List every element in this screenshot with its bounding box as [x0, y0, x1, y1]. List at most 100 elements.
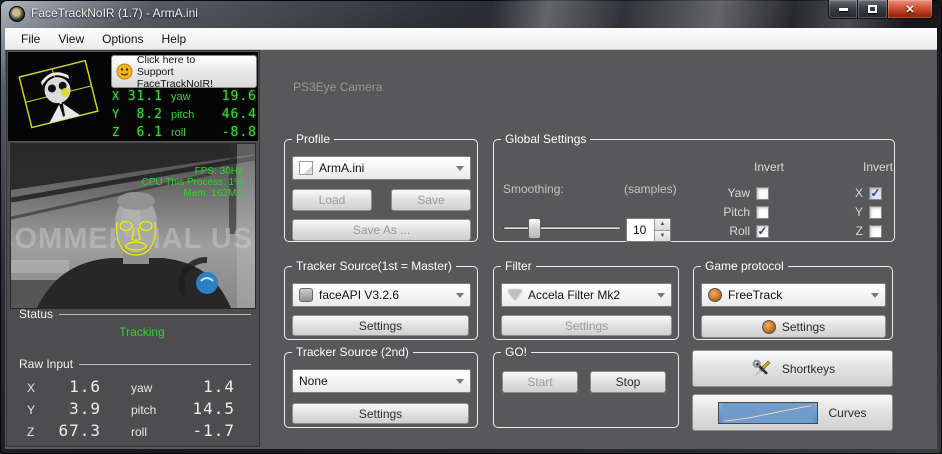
- tracker-source-1-select[interactable]: faceAPI V3.2.6: [292, 283, 471, 307]
- rotation-value: -8.8: [211, 125, 257, 140]
- rotation-value: -1.7: [173, 421, 235, 440]
- tracker-source-1-group: Tracker Source(1st = Master) faceAPI V3.…: [284, 266, 478, 340]
- axis-value: 3.9: [43, 399, 101, 418]
- menu-options[interactable]: Options: [93, 28, 152, 49]
- filter-select[interactable]: Accela Filter Mk2: [501, 283, 672, 307]
- maximize-button[interactable]: [858, 0, 887, 19]
- support-facetracknoir-button[interactable]: Click here to Support FaceTrackNoIR!: [111, 55, 257, 88]
- status-value: Tracking: [47, 325, 237, 339]
- rotation-label: roll: [131, 425, 173, 439]
- curve-preview-icon: [718, 402, 818, 424]
- save-button[interactable]: Save: [391, 189, 471, 211]
- app-window: FaceTrackNoIR (1.7) - ArmA.ini ✕ File Vi…: [0, 0, 942, 454]
- start-button[interactable]: Start: [502, 371, 578, 393]
- camera-device-label: PS3Eye Camera: [293, 80, 382, 94]
- shortkeys-label: Shortkeys: [782, 362, 835, 376]
- rotation-value: 1.4: [173, 377, 235, 396]
- invert-pitch-row: Pitch: [694, 205, 769, 219]
- invert-rotation-header: Invert: [754, 160, 784, 174]
- window-body: File View Options Help: [5, 28, 937, 449]
- tracker-source-2-select[interactable]: None: [292, 369, 471, 393]
- support-button-label: Click here to Support FaceTrackNoIR!: [137, 54, 252, 90]
- game-protocol-group: Game protocol FreeTrack Settings: [693, 266, 893, 340]
- menu-file[interactable]: File: [12, 28, 49, 49]
- smoothing-slider[interactable]: [503, 226, 621, 230]
- close-button[interactable]: ✕: [887, 0, 933, 19]
- fps-text: FPS: 30Hz: [195, 166, 243, 177]
- invert-axis-header: Invert: [863, 160, 893, 174]
- stop-button[interactable]: Stop: [590, 371, 666, 393]
- chevron-down-icon: [657, 293, 665, 298]
- minimize-icon: [839, 8, 848, 11]
- axis-label: X: [27, 381, 43, 395]
- spin-down-icon[interactable]: ▼: [655, 230, 670, 242]
- invert-roll-checkbox[interactable]: ✓: [756, 225, 769, 238]
- axis-label: X: [112, 89, 125, 103]
- menu-view[interactable]: View: [49, 28, 93, 49]
- global-settings-group: Global Settings Smoothing: (samples) 10 …: [493, 139, 895, 242]
- save-as-button[interactable]: Save As ...: [292, 219, 471, 241]
- window-controls: ✕: [828, 0, 933, 19]
- profile-group: Profile ArmA.ini Load Save Save As ...: [284, 139, 478, 242]
- invert-roll-row: Roll ✓: [694, 224, 769, 238]
- filter-group: Filter Accela Filter Mk2 Settings: [493, 266, 679, 340]
- raw-input-row-z: Z 67.3 roll -1.7: [27, 421, 241, 443]
- curves-button[interactable]: Curves: [692, 394, 893, 431]
- smoothing-slider-handle[interactable]: [528, 218, 541, 239]
- headpose-readout: X 31.1 yaw 19.6 Y 8.2 pitch 46.4 Z 6.1: [112, 89, 258, 143]
- invert-z-checkbox[interactable]: [869, 225, 882, 238]
- profile-select[interactable]: ArmA.ini: [292, 156, 471, 180]
- profile-file-icon: [299, 161, 313, 175]
- divider: [59, 314, 251, 315]
- tracker-source-1-label: Tracker Source(1st = Master): [292, 259, 456, 273]
- game-protocol-settings-button[interactable]: Settings: [701, 315, 886, 338]
- axis-value: 1.6: [43, 377, 101, 396]
- rotation-value: 46.4: [211, 107, 257, 122]
- spin-up-icon[interactable]: ▲: [655, 219, 670, 230]
- invert-x-checkbox[interactable]: ✓: [869, 187, 882, 200]
- axis-value: 6.1: [125, 125, 163, 140]
- axis-value: 67.3: [43, 421, 101, 440]
- filter-funnel-icon: [508, 290, 522, 300]
- load-button[interactable]: Load: [292, 189, 372, 211]
- invert-pitch-label: Pitch: [723, 205, 750, 219]
- chevron-down-icon: [871, 293, 879, 298]
- divider: [79, 364, 251, 365]
- invert-y-checkbox[interactable]: [869, 206, 882, 219]
- menu-help[interactable]: Help: [153, 28, 196, 49]
- face-orientation-icon: [11, 54, 107, 138]
- invert-pitch-checkbox[interactable]: [756, 206, 769, 219]
- minimize-button[interactable]: [828, 0, 858, 19]
- raw-input-row-y: Y 3.9 pitch 14.5: [27, 399, 241, 421]
- filter-settings-button[interactable]: Settings: [501, 315, 672, 336]
- rotation-label: yaw: [131, 381, 173, 395]
- headpose-preview: Click here to Support FaceTrackNoIR! X 3…: [8, 52, 258, 141]
- shortkeys-button[interactable]: Shortkeys: [692, 350, 893, 387]
- chevron-down-icon: [456, 293, 464, 298]
- axis-label: Z: [27, 425, 43, 439]
- invert-z-row: Z: [824, 224, 882, 238]
- invert-x-row: X ✓: [824, 186, 882, 200]
- status-label: Status: [19, 307, 53, 321]
- menu-bar: File View Options Help: [5, 28, 937, 50]
- title-bar[interactable]: FaceTrackNoIR (1.7) - ArmA.ini ✕: [0, 0, 942, 28]
- profile-selected-value: ArmA.ini: [319, 161, 364, 175]
- freetrack-icon: [708, 288, 722, 302]
- curves-label: Curves: [828, 406, 866, 420]
- tracker-source-2-settings-button[interactable]: Settings: [292, 403, 469, 424]
- samples-spinbox[interactable]: 10 ▲ ▼: [626, 218, 671, 242]
- rotation-value: 14.5: [173, 399, 235, 418]
- rotation-label: pitch: [131, 403, 173, 417]
- tracking-panel: Click here to Support FaceTrackNoIR! X 3…: [6, 50, 260, 447]
- axis-value: 8.2: [125, 107, 163, 122]
- camera-view: COMMERCIAL USE FPS: 30Hz: [10, 143, 256, 309]
- close-icon: ✕: [905, 3, 914, 16]
- tracker-source-1-settings-button[interactable]: Settings: [292, 315, 469, 336]
- invert-roll-label: Roll: [729, 224, 750, 238]
- invert-yaw-checkbox[interactable]: [756, 187, 769, 200]
- status-section-header: Status: [19, 307, 251, 321]
- smoothing-label: Smoothing:: [503, 182, 564, 196]
- invert-y-row: Y: [824, 205, 882, 219]
- raw-input-section-header: Raw Input: [19, 357, 251, 371]
- game-protocol-select[interactable]: FreeTrack: [701, 283, 886, 307]
